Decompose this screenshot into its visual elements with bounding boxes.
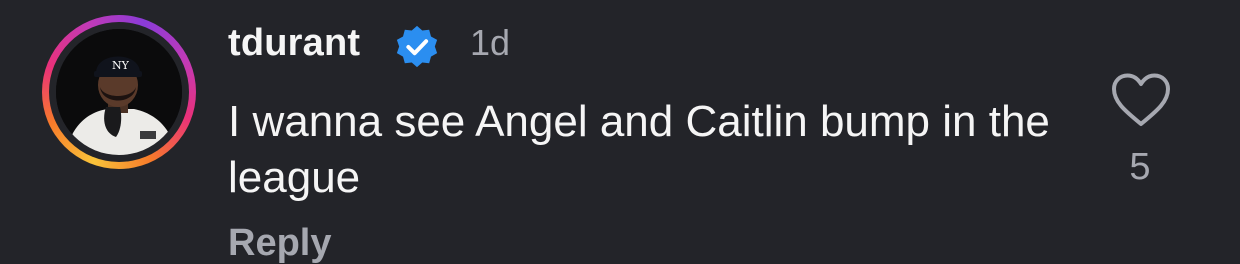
- avatar-gap: NY: [49, 22, 189, 162]
- reply-button[interactable]: Reply: [228, 222, 331, 264]
- verified-badge-icon: [396, 25, 438, 68]
- avatar-story-ring[interactable]: NY: [42, 15, 196, 169]
- comment-item: NY tdurant 1d I wanna see Angel and Cait…: [0, 0, 1240, 264]
- username[interactable]: tdurant: [228, 22, 360, 65]
- comment-text: I wanna see Angel and Caitlin bump in th…: [228, 97, 1050, 202]
- svg-text:NY: NY: [112, 59, 130, 72]
- avatar-photo-icon: NY: [56, 29, 182, 155]
- like-count: 5: [1129, 146, 1151, 188]
- timestamp: 1d: [470, 22, 511, 63]
- heart-outline-icon[interactable]: [1110, 72, 1172, 128]
- avatar: NY: [56, 29, 182, 155]
